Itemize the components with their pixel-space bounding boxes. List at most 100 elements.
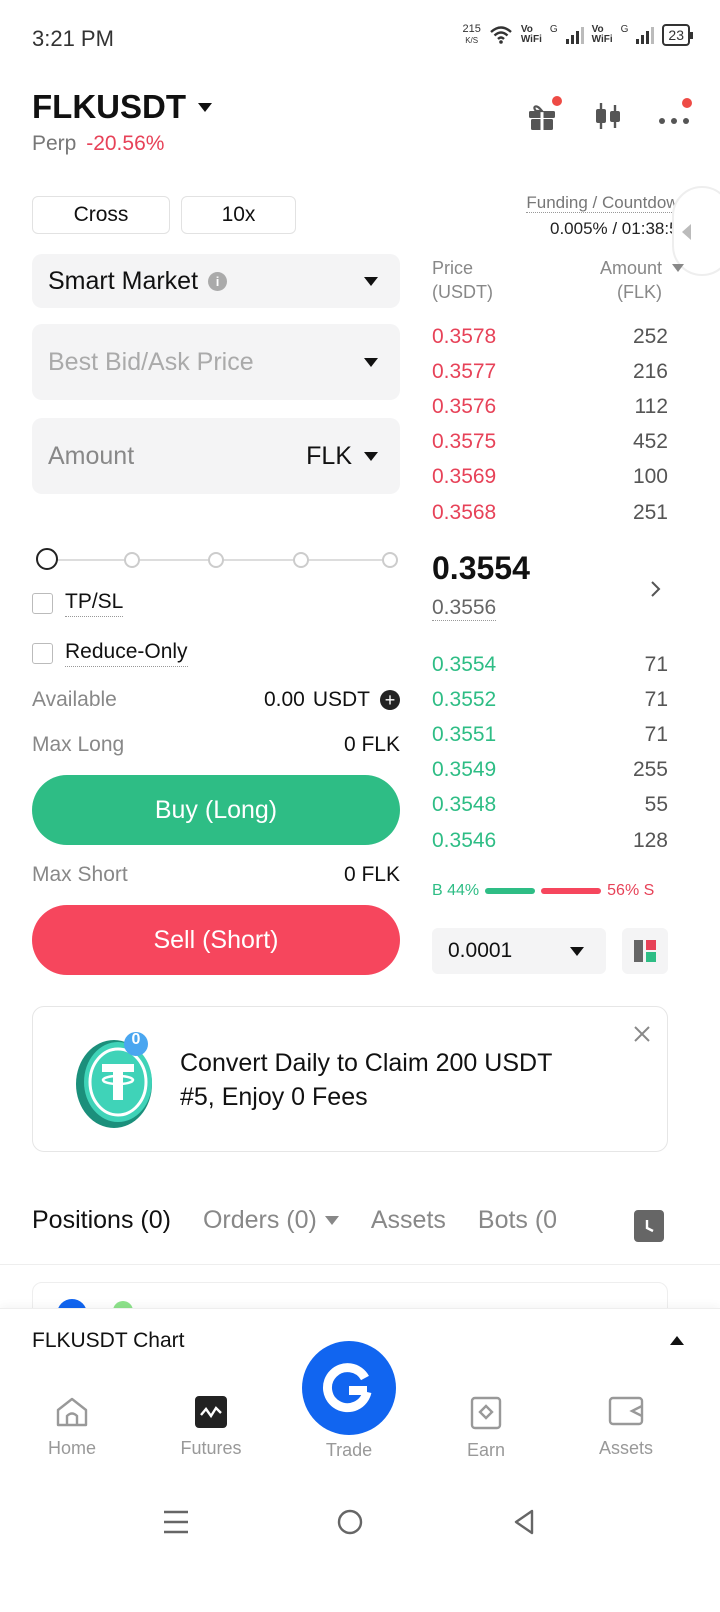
tick-size-select[interactable]: 0.0001 <box>432 928 606 974</box>
back-icon[interactable] <box>510 1508 538 1536</box>
max-short-row: Max Short 0 FLK <box>32 863 400 887</box>
tab-bots[interactable]: Bots (0 <box>478 1206 557 1235</box>
funding-info[interactable]: Funding / Countdown 0.005% / 01:38:56 <box>526 190 688 242</box>
slider-step-25[interactable] <box>124 552 140 568</box>
wifi-icon <box>490 26 512 44</box>
tab-assets[interactable]: Assets <box>371 1206 446 1235</box>
price-field[interactable]: Best Bid/Ask Price <box>32 324 400 400</box>
status-time: 3:21 PM <box>32 26 114 51</box>
chevron-right-icon[interactable] <box>650 580 662 598</box>
ask-price: 0.3569 <box>432 465 497 489</box>
ask-row[interactable]: 0.3578 252 <box>432 319 668 354</box>
funding-label: Funding / Countdown <box>526 193 688 213</box>
candlestick-icon[interactable] <box>592 100 624 132</box>
ask-row[interactable]: 0.3576 112 <box>432 389 668 424</box>
bid-row[interactable]: 0.3549 255 <box>432 753 668 788</box>
nav-futures[interactable]: Futures <box>161 1396 261 1459</box>
bid-amount: 71 <box>644 687 668 711</box>
chevron-down-icon <box>364 276 378 286</box>
chart-label: FLKUSDT Chart <box>32 1328 185 1352</box>
sell-ratio: 56% S <box>607 882 655 899</box>
nav-home[interactable]: Home <box>22 1396 122 1459</box>
reduce-only-label: Reduce-Only <box>65 640 188 667</box>
futures-icon <box>195 1396 227 1428</box>
tpsl-checkbox[interactable]: TP/SL <box>32 590 124 617</box>
reduce-only-checkbox[interactable]: Reduce-Only <box>32 640 188 667</box>
amount-placeholder: Amount <box>48 441 135 470</box>
bid-row[interactable]: 0.3552 71 <box>432 682 668 717</box>
gift-icon[interactable] <box>526 96 562 132</box>
ask-price: 0.3575 <box>432 430 497 454</box>
nav-earn[interactable]: Earn <box>436 1396 536 1461</box>
available-value: 0.00 <box>263 688 305 711</box>
bid-row[interactable]: 0.3554 71 <box>432 647 668 682</box>
checkbox-box[interactable] <box>32 643 53 664</box>
checkbox-box[interactable] <box>32 593 53 614</box>
max-short-label: Max Short <box>32 863 128 886</box>
ask-row[interactable]: 0.3568 251 <box>432 495 668 530</box>
network-speed: 215 K/S <box>462 23 481 46</box>
more-icon[interactable] <box>658 98 692 132</box>
ask-price: 0.3577 <box>432 359 497 383</box>
nav-assets[interactable]: Assets <box>576 1396 676 1459</box>
slider-step-50[interactable] <box>208 552 224 568</box>
slider-step-100[interactable] <box>382 552 398 568</box>
chevron-down-icon <box>570 946 584 956</box>
add-funds-icon[interactable]: + <box>380 690 400 710</box>
funding-value: 0.005% / 01:38:56 <box>549 219 688 238</box>
amount-slider[interactable] <box>36 548 398 572</box>
ask-row[interactable]: 0.3577 216 <box>432 354 668 389</box>
status-icons: 215 K/S Vo WiFi G Vo WiFi G 23 <box>462 23 693 46</box>
info-icon[interactable]: i <box>208 271 228 291</box>
order-type-select[interactable]: Smart Market i <box>32 254 400 308</box>
mark-price[interactable]: 0.3556 <box>432 596 497 621</box>
ask-amount: 252 <box>632 324 668 348</box>
bottom-tabs: Positions (0) Orders (0) Assets Bots (0 <box>32 1206 557 1235</box>
orderbook-layout-button[interactable] <box>622 928 668 974</box>
leverage-button[interactable]: 10x <box>181 196 296 234</box>
close-icon[interactable] <box>633 1025 651 1043</box>
earn-icon <box>470 1396 502 1430</box>
slider-step-75[interactable] <box>293 552 309 568</box>
slider-handle[interactable] <box>36 548 58 570</box>
perp-line: Perp -20.56% <box>32 132 164 156</box>
tpsl-label: TP/SL <box>65 590 124 617</box>
volte-indicator-1: Vo WiFi <box>520 24 542 45</box>
tab-positions[interactable]: Positions (0) <box>32 1206 171 1235</box>
bid-amount: 128 <box>632 828 668 852</box>
bid-amount: 255 <box>632 758 668 782</box>
chevron-down-icon <box>364 357 378 367</box>
chevron-down-icon <box>324 1216 339 1225</box>
ask-row[interactable]: 0.3575 452 <box>432 425 668 460</box>
amount-field[interactable]: Amount FLK <box>32 418 400 494</box>
max-long-value: 0 FLK <box>343 733 400 756</box>
available-label: Available <box>32 688 117 711</box>
amount-column-header[interactable]: Amount (FLK) <box>600 256 684 304</box>
perp-label: Perp <box>32 132 77 155</box>
last-price[interactable]: 0.3554 <box>432 550 530 587</box>
tab-orders[interactable]: Orders (0) <box>203 1206 339 1235</box>
tether-coin-icon <box>76 1032 152 1128</box>
symbol-selector[interactable]: FLKUSDT <box>32 88 212 126</box>
bid-row[interactable]: 0.3551 71 <box>432 717 668 752</box>
home-circle-icon[interactable] <box>336 1508 364 1536</box>
sell-short-button[interactable]: Sell (Short) <box>32 905 400 975</box>
amount-unit[interactable]: FLK <box>306 442 352 471</box>
bid-row[interactable]: 0.3548 55 <box>432 788 668 823</box>
buy-sell-ratio: B 44% 56% S <box>432 882 668 900</box>
recents-icon[interactable] <box>162 1508 190 1536</box>
nav-trade-button[interactable] <box>302 1341 396 1435</box>
ask-amount: 452 <box>632 430 668 454</box>
ask-amount: 100 <box>632 465 668 489</box>
bid-price: 0.3549 <box>432 758 497 782</box>
chevron-down-icon <box>672 264 684 272</box>
ask-row[interactable]: 0.3569 100 <box>432 460 668 495</box>
layout-icon <box>634 940 656 962</box>
buy-long-button[interactable]: Buy (Long) <box>32 775 400 845</box>
bid-row[interactable]: 0.3546 128 <box>432 823 668 858</box>
history-icon[interactable] <box>634 1210 664 1242</box>
max-long-label: Max Long <box>32 733 125 756</box>
margin-mode-button[interactable]: Cross <box>32 196 170 234</box>
wallet-icon <box>608 1396 644 1426</box>
bid-amount: 71 <box>644 722 668 746</box>
